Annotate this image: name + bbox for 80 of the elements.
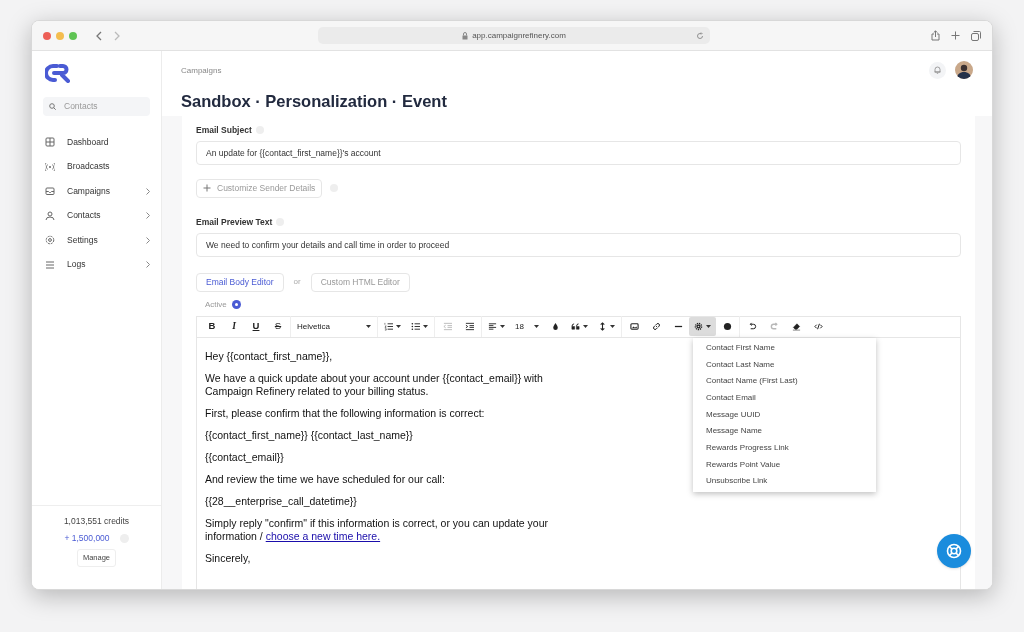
- menu-item[interactable]: Message UUID: [693, 406, 876, 423]
- menu-item[interactable]: Rewards Progress Link: [693, 439, 876, 457]
- active-indicator: [231, 300, 241, 309]
- user-avatar[interactable]: [955, 61, 973, 79]
- credits-count: 1,013,551 credits: [63, 514, 130, 528]
- reload-icon[interactable]: [696, 31, 704, 40]
- chevron-icon: [146, 212, 150, 220]
- preview-text-field[interactable]: We need to confirm your details and call time in order to proceed: [196, 232, 961, 257]
- search-field[interactable]: Contacts: [43, 97, 150, 116]
- editor-tab[interactable]: Email Body Editor: [196, 272, 284, 292]
- menu-item[interactable]: Message Name: [693, 422, 876, 440]
- caret-icon: [706, 325, 711, 328]
- email-paragraph: Sincerely,: [205, 551, 251, 565]
- email-paragraph: Hey {{contact_first_name}},: [205, 349, 333, 363]
- bonus-credits: + 1,500,000: [64, 532, 110, 545]
- chevron-icon: [146, 236, 150, 244]
- lifebuoy-icon: [946, 543, 962, 559]
- caret-icon: [610, 325, 615, 328]
- grid-icon: [45, 137, 55, 148]
- envelope-icon: [45, 186, 55, 197]
- caret-icon: [396, 325, 401, 328]
- back-icon[interactable]: [96, 30, 102, 41]
- app-logo[interactable]: [45, 63, 72, 83]
- gear-icon: [45, 235, 55, 246]
- address-text: app.campaignrefinery.com: [472, 29, 566, 42]
- italic-button[interactable]: I: [223, 317, 245, 336]
- underline-button[interactable]: U: [245, 317, 267, 336]
- share-icon[interactable]: [931, 30, 940, 41]
- sidebar-item[interactable]: Broadcasts: [32, 154, 161, 179]
- caret-icon: [366, 325, 371, 328]
- menu-item[interactable]: Contact Name (First Last): [693, 372, 876, 390]
- reschedule-link[interactable]: choose a new time here.: [265, 529, 381, 542]
- lock-icon: [462, 31, 469, 40]
- email-paragraph: {{contact_email}}: [205, 450, 284, 464]
- sidebar-item[interactable]: Dashboard: [32, 130, 161, 155]
- email-paragraph: We have a quick update about your account under {{contact_email}} with Campaign Refinery related to your billing status.: [205, 371, 543, 398]
- email-paragraph: First, please confirm that the following information is correct:: [205, 406, 485, 420]
- breadcrumb[interactable]: Campaigns: [181, 65, 447, 77]
- page-title: Sandbox · Personalization · Event: [181, 91, 447, 112]
- menu-item[interactable]: Contact Last Name: [693, 356, 876, 373]
- bell-icon: [934, 66, 941, 74]
- subject-field[interactable]: An update for {{contact_first_name}}'s account: [196, 140, 961, 165]
- plus-icon: [203, 184, 211, 193]
- email-paragraph: {{contact_first_name}} {{contact_last_name}}: [205, 428, 413, 442]
- field-label: Email Preview Text: [196, 215, 273, 229]
- status-label: Active: [205, 298, 227, 311]
- sidebar-item[interactable]: Settings: [32, 228, 161, 253]
- separator-text: or: [293, 276, 301, 288]
- font-size-select[interactable]: 18: [510, 317, 544, 336]
- sidebar-item[interactable]: Logs: [32, 252, 161, 277]
- caret-icon: [583, 325, 588, 328]
- email-paragraph: Simply reply "confirm" if this information is correct, or you can update your information / choose a new time here.: [205, 516, 548, 543]
- bold-button[interactable]: B: [201, 317, 223, 336]
- strike-button[interactable]: S: [267, 317, 289, 336]
- new-tab-icon[interactable]: [951, 31, 960, 40]
- email-paragraph: And review the time we have scheduled for our call:: [205, 472, 445, 486]
- search-icon: [49, 103, 56, 110]
- broadcast-icon: [45, 161, 55, 172]
- caret-icon: [534, 325, 539, 328]
- menu-item[interactable]: Contact First Name: [693, 339, 876, 357]
- person-icon: [45, 210, 55, 221]
- search-input[interactable]: Contacts: [64, 100, 144, 113]
- caret-icon: [423, 325, 428, 328]
- tabs-overview-icon[interactable]: [971, 30, 981, 41]
- caret-icon: [500, 325, 505, 328]
- sidebar-item[interactable]: Contacts: [32, 203, 161, 228]
- sidebar-item[interactable]: Campaigns: [32, 179, 161, 204]
- field-label: Email Subject: [196, 124, 252, 137]
- gear-button[interactable]: [689, 317, 716, 336]
- email-paragraph: {{28__enterprise_call_datetime}}: [205, 494, 357, 508]
- notification-button[interactable]: [929, 61, 946, 79]
- address-bar[interactable]: app.campaignrefinery.com: [318, 27, 710, 44]
- menu-item[interactable]: Unsubscribe Link: [693, 473, 876, 490]
- close-window-icon[interactable]: [43, 31, 51, 40]
- chevron-icon: [146, 261, 150, 269]
- menu-icon: [45, 259, 55, 270]
- menu-item[interactable]: Contact Email: [693, 389, 876, 407]
- menu-item[interactable]: Rewards Point Value: [693, 456, 876, 473]
- chevron-icon: [146, 187, 150, 195]
- font-select[interactable]: Helvetica: [292, 317, 376, 336]
